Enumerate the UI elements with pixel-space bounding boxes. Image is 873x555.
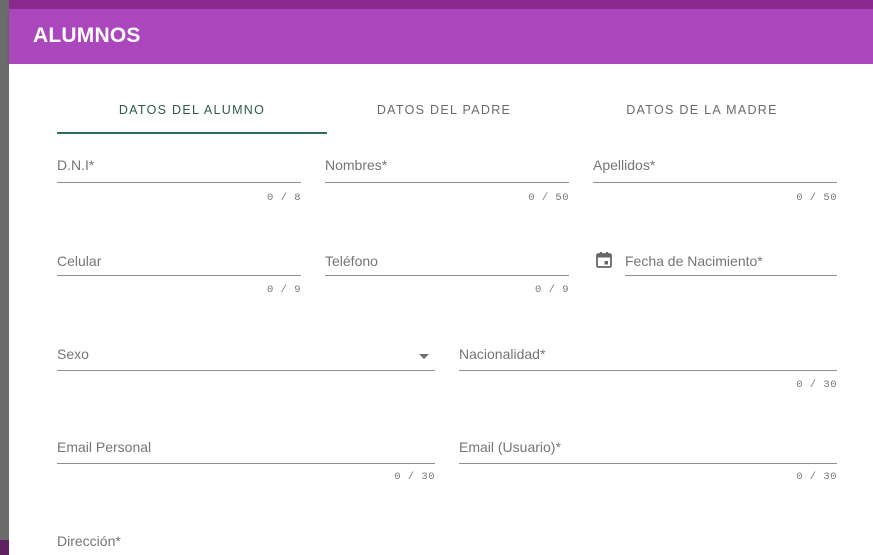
tab-label: DATOS DEL ALUMNO: [118, 103, 266, 117]
fecha-nacimiento-underline: [625, 275, 837, 276]
telefono-underline: [325, 275, 569, 276]
celular-field[interactable]: Celular 0 / 9: [57, 253, 301, 303]
apellidos-label: Apellidos*: [593, 157, 656, 173]
dni-label: D.N.I*: [57, 157, 95, 173]
fecha-nacimiento-label: Fecha de Nacimiento*: [625, 253, 763, 269]
email-personal-field[interactable]: Email Personal 0 / 30: [57, 439, 435, 489]
fecha-nacimiento-field[interactable]: Fecha de Nacimiento*: [625, 253, 837, 283]
nombres-label: Nombres*: [325, 157, 388, 173]
dialog-header: ALUMNOS: [9, 9, 873, 64]
tab-label: DATOS DEL PADRE: [376, 103, 512, 117]
celular-counter: 0 / 9: [266, 284, 301, 296]
sexo-select[interactable]: Sexo: [57, 346, 435, 376]
telefono-counter: 0 / 9: [534, 284, 569, 296]
tab-datos-del-alumno[interactable]: DATOS DEL ALUMNO: [57, 96, 327, 134]
apellidos-counter: 0 / 50: [796, 192, 837, 204]
celular-underline: [57, 275, 301, 276]
celular-label: Celular: [57, 253, 102, 269]
window-frame-left: [0, 0, 9, 555]
direccion-field[interactable]: Dirección*: [57, 533, 837, 555]
tab-active-indicator: [57, 132, 327, 134]
calendar-icon[interactable]: [595, 251, 613, 269]
email-personal-label: Email Personal: [57, 439, 152, 455]
tab-datos-de-la-madre[interactable]: DATOS DE LA MADRE: [561, 96, 843, 134]
telefono-label: Teléfono: [325, 253, 378, 269]
nombres-underline: [325, 182, 569, 183]
dropdown-arrow-icon: [419, 354, 429, 359]
nombres-field[interactable]: Nombres* 0 / 50: [325, 157, 569, 207]
window-frame-top: [0, 0, 873, 9]
nacionalidad-counter: 0 / 30: [796, 379, 837, 391]
sexo-label: Sexo: [57, 346, 89, 362]
nacionalidad-label: Nacionalidad*: [459, 346, 546, 362]
email-usuario-field[interactable]: Email (Usuario)* 0 / 30: [459, 439, 837, 489]
nacionalidad-underline: [459, 370, 837, 371]
email-usuario-counter: 0 / 30: [796, 471, 837, 483]
email-personal-underline: [57, 463, 435, 464]
dialog-title: ALUMNOS: [33, 24, 141, 47]
nacionalidad-field[interactable]: Nacionalidad* 0 / 30: [459, 346, 837, 396]
email-usuario-underline: [459, 463, 837, 464]
nombres-counter: 0 / 50: [528, 192, 569, 204]
sexo-underline: [57, 370, 435, 371]
tab-label: DATOS DE LA MADRE: [626, 103, 778, 117]
email-usuario-label: Email (Usuario)*: [459, 439, 561, 455]
dni-field[interactable]: D.N.I* 0 / 8: [57, 157, 301, 207]
apellidos-underline: [593, 182, 837, 183]
telefono-field[interactable]: Teléfono 0 / 9: [325, 253, 569, 303]
dni-counter: 0 / 8: [266, 192, 301, 204]
direccion-label: Dirección*: [57, 533, 121, 549]
window-frame-corner: [0, 540, 9, 555]
dni-underline: [57, 182, 301, 183]
email-personal-counter: 0 / 30: [394, 471, 435, 483]
tab-datos-del-padre[interactable]: DATOS DEL PADRE: [327, 96, 561, 134]
apellidos-field[interactable]: Apellidos* 0 / 50: [593, 157, 837, 207]
